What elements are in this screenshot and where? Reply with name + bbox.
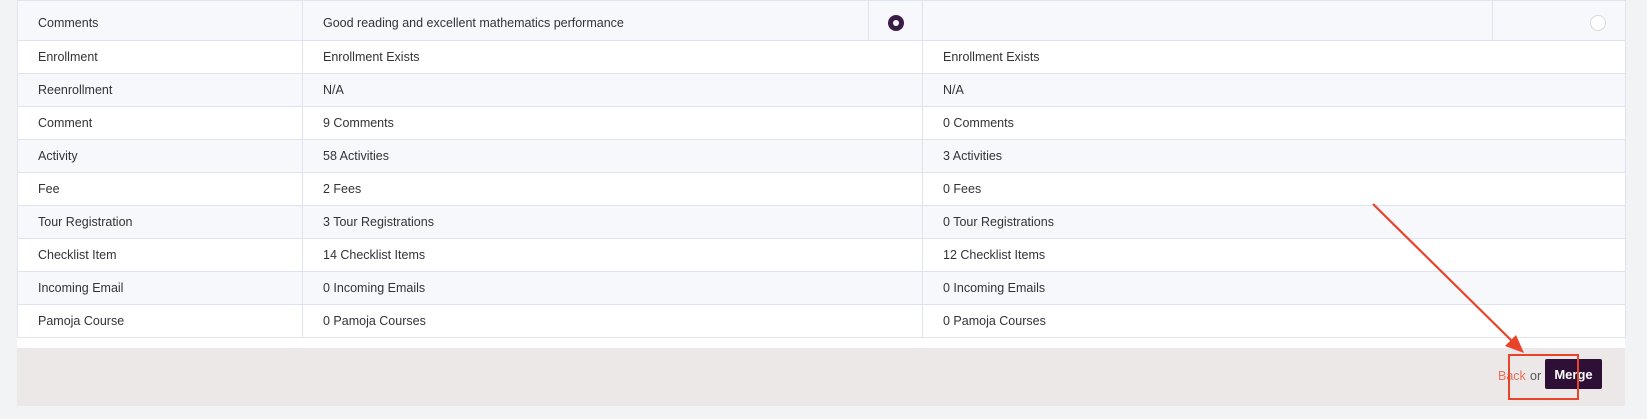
left-value: 0 Pamoja Courses [302, 304, 923, 338]
right-value: 0 Incoming Emails [922, 271, 1626, 305]
left-value: 3 Tour Registrations [302, 205, 923, 239]
merge-panel: Comments Good reading and excellent math… [17, 0, 1626, 406]
row-label: Incoming Email [17, 271, 303, 305]
row-label: Pamoja Course [17, 304, 303, 338]
right-value: 3 Activities [922, 139, 1626, 173]
left-value: N/A [302, 73, 923, 107]
left-value: 58 Activities [302, 139, 923, 173]
table-row-reenrollment: Reenrollment N/A N/A [17, 73, 1626, 107]
table-row-incoming-email: Incoming Email 0 Incoming Emails 0 Incom… [17, 271, 1626, 305]
or-separator: or [1530, 369, 1542, 383]
row-label: Comments [17, 0, 303, 41]
table-row-comments: Comments Good reading and excellent math… [17, 0, 1626, 41]
left-radio-cell [868, 0, 923, 41]
right-radio-cell [1492, 0, 1626, 41]
left-value: 2 Fees [302, 172, 923, 206]
left-value: Enrollment Exists [302, 40, 923, 74]
table-row-comment: Comment 9 Comments 0 Comments [17, 106, 1626, 140]
back-link[interactable]: Back [1498, 369, 1526, 383]
row-label: Checklist Item [17, 238, 303, 272]
left-value: 0 Incoming Emails [302, 271, 923, 305]
merge-comparison-table: Comments Good reading and excellent math… [17, 0, 1626, 338]
right-value [922, 0, 1493, 41]
comments-left-radio[interactable] [887, 14, 904, 31]
table-row-fee: Fee 2 Fees 0 Fees [17, 172, 1626, 206]
right-value: 0 Tour Registrations [922, 205, 1626, 239]
row-label: Comment [17, 106, 303, 140]
right-value: N/A [922, 73, 1626, 107]
right-value: Enrollment Exists [922, 40, 1626, 74]
row-label: Tour Registration [17, 205, 303, 239]
comments-right-radio[interactable] [1590, 14, 1606, 31]
right-value: 0 Fees [922, 172, 1626, 206]
right-value: 0 Comments [922, 106, 1626, 140]
right-value: 12 Checklist Items [922, 238, 1626, 272]
right-value: 0 Pamoja Courses [922, 304, 1626, 338]
table-row-tour-registration: Tour Registration 3 Tour Registrations 0… [17, 205, 1626, 239]
row-label: Enrollment [17, 40, 303, 74]
row-label: Activity [17, 139, 303, 173]
merge-button[interactable]: Merge [1545, 359, 1602, 389]
table-row-pamoja-course: Pamoja Course 0 Pamoja Courses 0 Pamoja … [17, 304, 1626, 338]
row-label: Reenrollment [17, 73, 303, 107]
table-row-enrollment: Enrollment Enrollment Exists Enrollment … [17, 40, 1626, 74]
left-value: 14 Checklist Items [302, 238, 923, 272]
left-value: 9 Comments [302, 106, 923, 140]
merge-footer: Back or Merge [17, 348, 1625, 406]
table-row-activity: Activity 58 Activities 3 Activities [17, 139, 1626, 173]
row-label: Fee [17, 172, 303, 206]
table-row-checklist-item: Checklist Item 14 Checklist Items 12 Che… [17, 238, 1626, 272]
left-value: Good reading and excellent mathematics p… [302, 0, 869, 41]
